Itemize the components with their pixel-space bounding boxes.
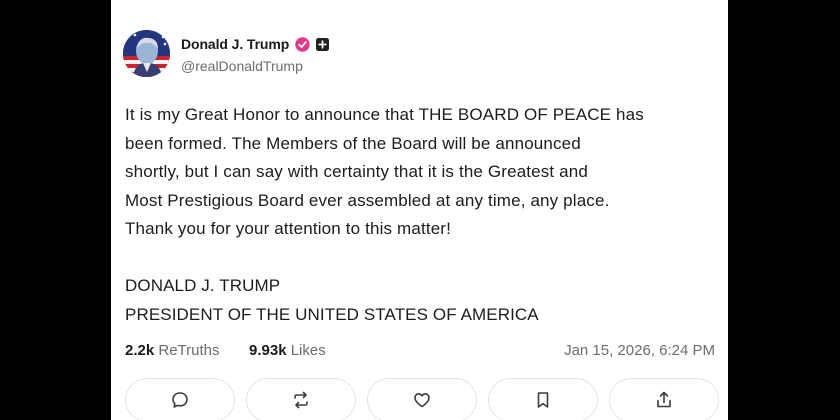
share-button[interactable] xyxy=(609,378,719,420)
author-handle[interactable]: @realDonaldTrump xyxy=(181,58,501,74)
post-body: It is my Great Honor to announce that TH… xyxy=(125,101,720,244)
likes-count: 9.93k xyxy=(249,342,287,359)
display-name[interactable]: Donald J. Trump xyxy=(181,36,289,52)
likes-stat[interactable]: 9.93k Likes xyxy=(249,342,326,359)
signature-name: DONALD J. TRUMP xyxy=(125,276,281,295)
reply-button[interactable] xyxy=(125,378,235,420)
avatar[interactable] xyxy=(123,30,170,77)
bookmark-icon xyxy=(537,392,549,408)
bookmark-button[interactable] xyxy=(488,378,598,420)
share-icon xyxy=(657,391,671,408)
post-body-line: Most Prestigious Board ever assembled at… xyxy=(125,190,610,210)
like-icon xyxy=(414,393,430,408)
post-timestamp[interactable]: Jan 15, 2026, 6:24 PM xyxy=(564,342,715,359)
post-card: Donald J. Trump @realDonaldTrump It is m… xyxy=(111,0,728,420)
plus-badge-icon xyxy=(316,37,330,51)
author-names: Donald J. Trump @realDonaldTrump xyxy=(181,34,501,74)
retruths-count: 2.2k xyxy=(125,342,155,359)
post-body-line: Thank you for your attention to this mat… xyxy=(125,219,451,238)
likes-label: Likes xyxy=(290,342,326,359)
post-body-line: It is my Great Honor to announce that TH… xyxy=(125,105,644,124)
like-button[interactable] xyxy=(367,378,477,420)
reply-icon xyxy=(172,392,188,408)
post-body-line: shortly, but I can say with certainty th… xyxy=(125,162,588,181)
post-body-line: been formed. The Members of the Board wi… xyxy=(125,133,581,153)
retruth-button[interactable] xyxy=(246,378,356,420)
retruths-label: ReTruths xyxy=(158,342,220,359)
display-name-row: Donald J. Trump xyxy=(181,34,501,54)
post-signature: DONALD J. TRUMP PRESIDENT OF THE UNITED … xyxy=(125,272,539,329)
post-stats: 2.2k ReTruths 9.93k Likes Jan 15, 2026, … xyxy=(125,342,715,362)
signature-title: PRESIDENT OF THE UNITED STATES OF AMERIC… xyxy=(125,304,539,324)
verified-check-icon xyxy=(295,36,310,52)
post-actions xyxy=(125,378,721,420)
retruth-icon xyxy=(294,391,308,409)
retruths-stat[interactable]: 2.2k ReTruths xyxy=(125,342,220,359)
avatar-image xyxy=(123,30,170,77)
